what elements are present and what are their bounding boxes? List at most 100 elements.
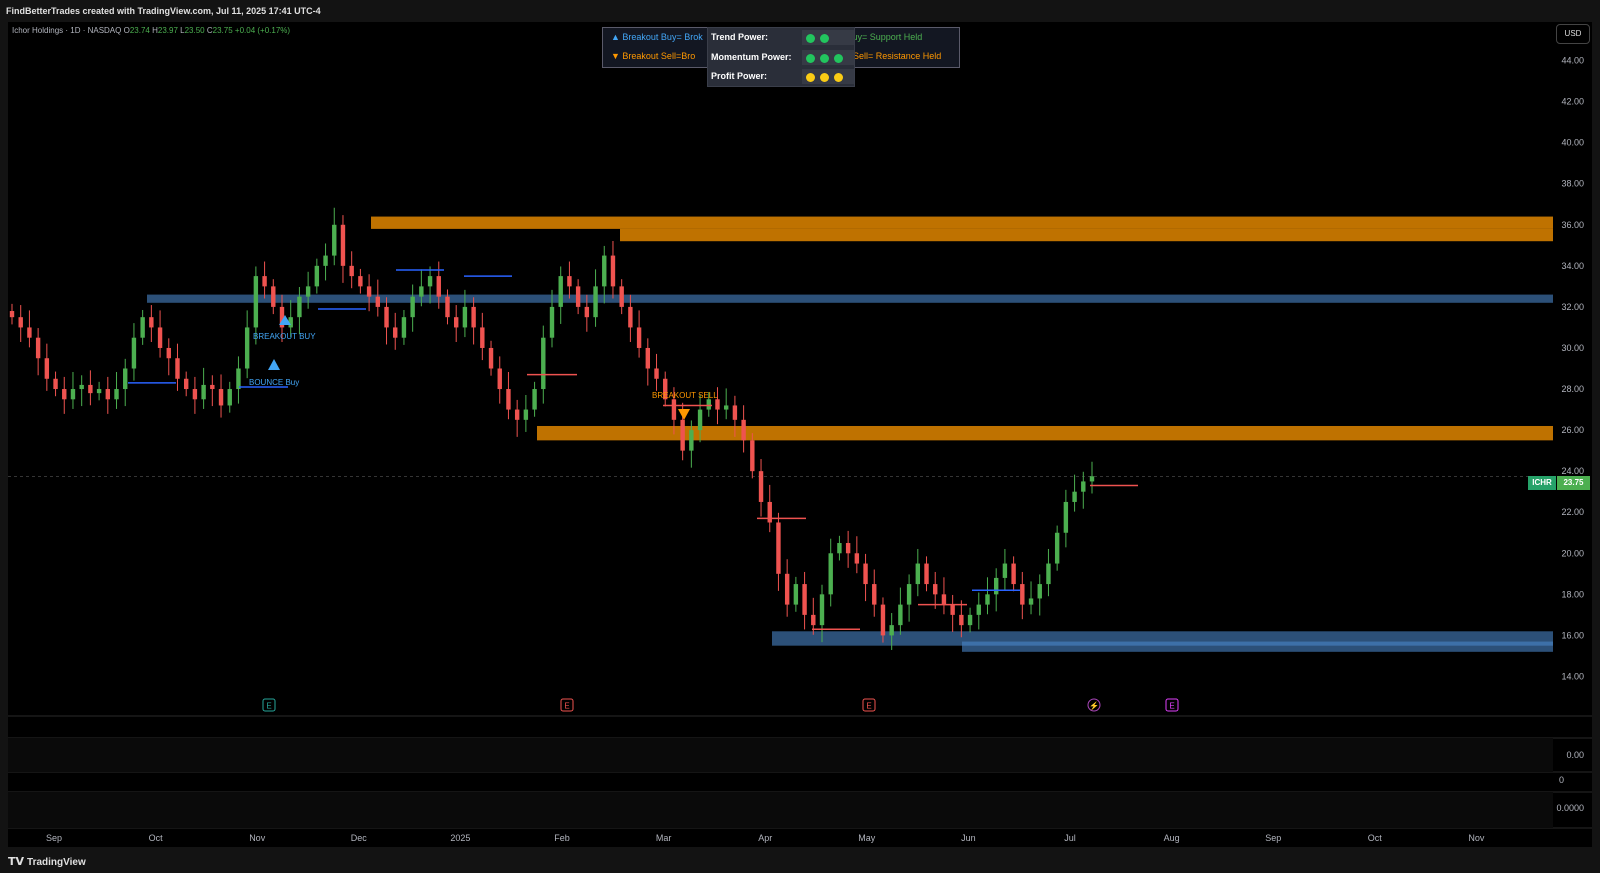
candle-body (636, 327, 642, 348)
candle-body (53, 378, 58, 390)
y-tick-label: 18.00 (1561, 589, 1584, 599)
candle-body (131, 337, 137, 369)
candle-body (567, 276, 572, 287)
x-tick-label: May (858, 833, 876, 843)
bounce-buy-marker (268, 359, 280, 370)
candle-body (784, 573, 790, 605)
earnings-marker: E (262, 698, 276, 712)
candle-body (384, 306, 389, 328)
x-tick-label: Jun (961, 833, 976, 843)
candle-body (166, 347, 171, 359)
earnings-marker-label: E (564, 702, 569, 711)
candle-body (27, 327, 32, 338)
candle-body (488, 347, 494, 369)
candle-body (776, 522, 781, 574)
candle-body (697, 409, 703, 431)
candle-body (706, 399, 711, 410)
candle-body (819, 594, 825, 626)
candle-body (750, 440, 755, 472)
x-tick-label: Nov (1468, 833, 1485, 843)
candle-body (1002, 563, 1008, 578)
candle-body (70, 389, 76, 400)
candle-body (183, 378, 189, 390)
candle-body (1020, 584, 1025, 605)
y-tick-label: 14.00 (1561, 671, 1584, 681)
candle-body (88, 384, 93, 394)
candle-body (680, 419, 685, 451)
x-tick-label: Aug (1164, 833, 1180, 843)
price-chart[interactable]: 44.00 42.00 40.00 38.00 36.00 34.00 32.00 30.00… (0, 0, 1600, 873)
y-tick-label: 32.00 (1561, 302, 1584, 312)
candle-body (1089, 476, 1095, 482)
candle-body (44, 358, 50, 379)
candle-body (532, 389, 537, 410)
y-tick-label: 26.00 (1561, 425, 1584, 435)
y-tick-label: 44.00 (1561, 56, 1584, 66)
candle-body (741, 419, 746, 441)
candle-body (471, 306, 476, 328)
candle-body (410, 296, 415, 318)
earnings-marker: ⚡ (1087, 698, 1101, 712)
candle-body (114, 389, 119, 400)
candle-body (723, 405, 729, 410)
candle-body (845, 543, 851, 554)
candle-body (149, 317, 154, 328)
power-dots (802, 30, 854, 45)
candle-body (445, 296, 450, 318)
candle-body (1011, 563, 1016, 585)
candle-body (253, 276, 259, 328)
tradingview-logo[interactable]: 𝗧𝗩 TradingView (8, 855, 86, 868)
candle-body (375, 296, 381, 307)
legend-breakout-buy: ▲ Breakout Buy= Brok (611, 32, 703, 42)
power-dot (820, 34, 829, 43)
candle-body (933, 584, 938, 595)
earnings-marker-label: ⚡ (1089, 701, 1099, 711)
candle-body (584, 306, 590, 318)
candle-body (506, 389, 511, 410)
candle-body (906, 584, 912, 605)
candle-body (9, 311, 15, 318)
candle-body (523, 409, 529, 420)
candle-body (332, 224, 337, 256)
power-row: Trend Power: (708, 28, 854, 47)
y-tick-label: 16.00 (1561, 630, 1584, 640)
breakout-buy-label: BREAKOUT BUY (253, 332, 316, 341)
candle-body (1028, 598, 1034, 605)
candle-body (802, 584, 807, 615)
candle-body (514, 409, 520, 420)
candle-body (628, 306, 633, 328)
pane1-value: 0.00 (1566, 750, 1584, 760)
candle-body (593, 286, 598, 318)
power-dots (802, 49, 854, 65)
power-row: Profit Power: (708, 67, 854, 86)
candle-body (602, 255, 607, 287)
candle-body (236, 368, 241, 390)
candle-body (192, 389, 198, 400)
candle-body (793, 584, 799, 605)
candle-body (201, 384, 206, 400)
candle-body (1046, 563, 1051, 585)
close-value: 23.75 (212, 26, 233, 35)
footer-bar (0, 850, 1600, 873)
y-tick-label: 42.00 (1561, 97, 1584, 107)
power-dot (806, 73, 815, 82)
candle-body (645, 347, 651, 369)
x-tick-label: Dec (351, 833, 368, 843)
candle-body (157, 327, 163, 348)
earnings-marker: E (862, 698, 876, 712)
candle-body (1054, 532, 1060, 564)
candle-body (558, 276, 563, 307)
y-tick-label: 40.00 (1561, 138, 1584, 148)
candle-body (837, 543, 842, 554)
candle-body (358, 276, 363, 287)
candle-body (227, 389, 232, 406)
earnings-marker-label: E (1169, 702, 1174, 711)
candle-body (671, 399, 677, 420)
candle-body (462, 306, 468, 328)
power-label: Trend Power: (711, 32, 769, 42)
candle-body (96, 389, 102, 394)
indicator-pane (8, 738, 1553, 772)
x-tick-label: Nov (249, 833, 266, 843)
currency-button[interactable]: USD (1556, 24, 1590, 44)
candle-body (123, 368, 128, 390)
